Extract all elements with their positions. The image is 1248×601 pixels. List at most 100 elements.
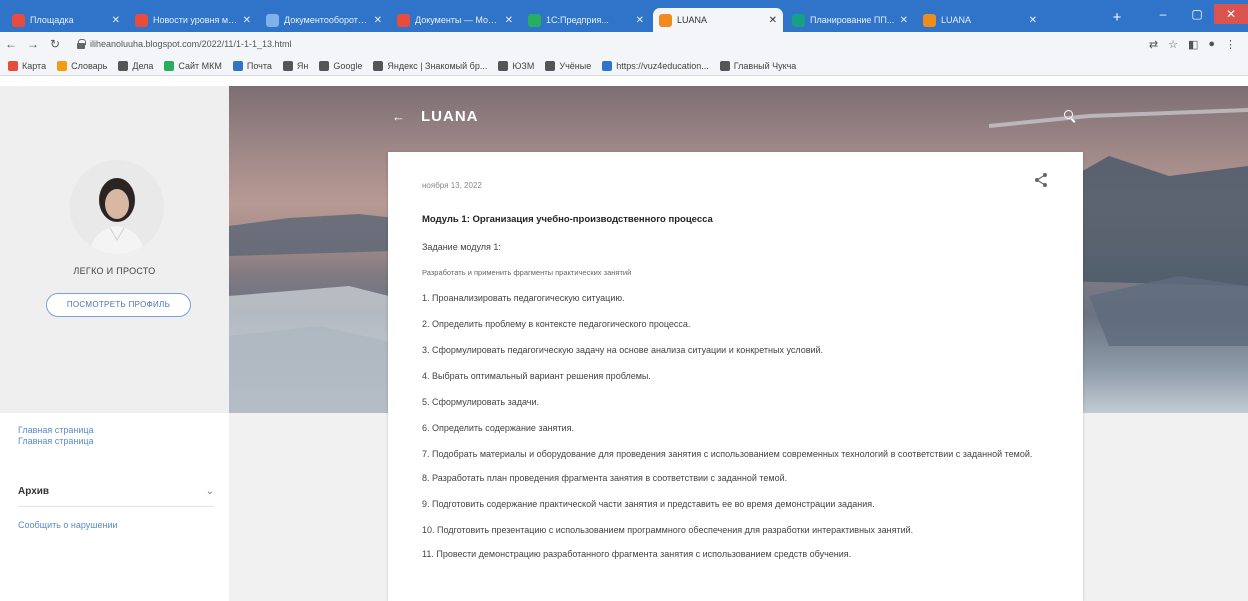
bookmark-favicon-icon: [57, 60, 68, 71]
bookmarks-bar: Карта Словарь Дела Сайт МКМ Почта Ян Google Янд…: [0, 56, 1248, 76]
tab-favicon-icon: [12, 13, 25, 27]
tab-close-icon[interactable]: ✕: [374, 15, 382, 26]
home-link[interactable]: Главная страница: [18, 425, 94, 435]
bookmark-label: Главный Чукча: [733, 60, 797, 71]
tab-favicon-icon: [792, 13, 805, 27]
extensions-icon[interactable]: ◧: [1188, 38, 1198, 51]
bookmark-item[interactable]: Дела: [118, 60, 154, 71]
post-list-item: 1. Проанализировать педагогическую ситуа…: [422, 293, 625, 303]
bookmark-item[interactable]: Ян: [282, 60, 309, 71]
bookmark-favicon-icon: [602, 60, 613, 71]
post-card: ноября 13, 2022 Модуль 1: Организация уч…: [388, 152, 1083, 601]
post-list-item: 7. Подобрать материалы и оборудование дл…: [422, 449, 1033, 459]
blog-header: ← LUANA: [392, 108, 479, 125]
tab-favicon-icon: [528, 13, 541, 27]
archive-label: Архив: [18, 486, 50, 497]
maximize-icon[interactable]: ▢: [1180, 4, 1214, 24]
tab-close-icon[interactable]: ✕: [243, 15, 251, 26]
sidebar-links: Главная страница Главная страница Архив …: [0, 413, 229, 601]
browser-tab[interactable]: 1С:Предприя... ✕: [522, 8, 650, 32]
bookmark-item[interactable]: Почта: [232, 60, 272, 71]
bookmark-item[interactable]: Google: [319, 60, 362, 71]
tab-favicon-icon: [397, 13, 410, 27]
bookmark-item[interactable]: Сайт МКМ: [164, 60, 222, 71]
bookmark-label: ЮЗМ: [512, 60, 535, 71]
back-icon[interactable]: ←: [0, 37, 22, 51]
post-list-item: 2. Определить проблему в контексте педаг…: [422, 319, 691, 329]
reload-icon[interactable]: ↻: [44, 37, 66, 51]
translate-icon[interactable]: ⇄: [1149, 38, 1158, 51]
bookmark-item[interactable]: Карта: [8, 60, 46, 71]
bookmark-label: Ян: [296, 60, 309, 71]
post-list-item: 8. Разработать план проведения фрагмента…: [422, 473, 788, 483]
tab-label: 1С:Предприя...: [546, 15, 609, 25]
post-list-item: 9. Подготовить содержание практической ч…: [422, 499, 875, 509]
back-arrow-icon[interactable]: ←: [392, 109, 405, 124]
tab-favicon-icon: [135, 13, 148, 27]
bookmark-favicon-icon: [118, 60, 129, 71]
bookmark-label: https://vuz4education...: [616, 60, 709, 71]
star-icon[interactable]: ☆: [1168, 38, 1178, 51]
bookmark-item[interactable]: Главный Чукча: [719, 60, 797, 71]
menu-icon[interactable]: ⋮: [1225, 38, 1236, 51]
home-link-2[interactable]: Главная страница: [18, 436, 94, 446]
profile-icon[interactable]: ●: [1208, 38, 1215, 51]
bookmark-favicon-icon: [8, 60, 18, 71]
bookmark-favicon-icon: [498, 60, 509, 71]
tab-close-icon[interactable]: ✕: [505, 15, 513, 26]
new-tab-button[interactable]: +: [1108, 9, 1126, 27]
tab-close-icon[interactable]: ✕: [112, 15, 120, 26]
view-profile-button[interactable]: ПОСМОТРЕТЬ ПРОФИЛЬ: [46, 293, 191, 317]
archive-toggle[interactable]: Архив ⌄: [18, 477, 214, 507]
bookmark-favicon-icon: [282, 60, 293, 71]
browser-tab[interactable]: Площадка ✕: [6, 8, 126, 32]
browser-tab[interactable]: LUANA ✕: [917, 8, 1043, 32]
tab-label: LUANA: [677, 15, 708, 25]
report-abuse-link[interactable]: Сообщить о нарушении: [18, 520, 118, 530]
bookmark-item[interactable]: Учёные: [545, 60, 592, 71]
browser-tab[interactable]: Документы — Мои... ✕: [391, 8, 519, 32]
browser-tab[interactable]: Новости уровня мас... ✕: [129, 8, 257, 32]
browser-tab[interactable]: Документооборот О... ✕: [260, 8, 388, 32]
browser-tab[interactable]: Планирование ПП... ✕: [786, 8, 914, 32]
post-list-item: 6. Определить содержание занятия.: [422, 423, 574, 433]
forward-icon[interactable]: →: [22, 37, 44, 51]
blog-title[interactable]: LUANA: [421, 108, 479, 125]
bookmark-label: Почта: [246, 60, 272, 71]
browser-tab[interactable]: LUANA ✕: [653, 8, 783, 32]
profile-panel: ЛЕГКО И ПРОСТО ПОСМОТРЕТЬ ПРОФИЛЬ: [0, 86, 229, 413]
bookmark-label: Дела: [132, 60, 154, 71]
bookmark-favicon-icon: [545, 60, 556, 71]
tab-label: Документооборот О...: [284, 15, 369, 25]
tab-close-icon[interactable]: ✕: [900, 15, 908, 26]
post-date[interactable]: ноября 13, 2022: [422, 181, 482, 190]
bookmark-item[interactable]: Словарь: [57, 60, 107, 71]
bookmark-item[interactable]: https://vuz4education...: [602, 60, 709, 71]
avatar[interactable]: [70, 160, 164, 254]
post-title: Модуль 1: Организация учебно-производств…: [422, 214, 713, 225]
bookmark-item[interactable]: Яндекс | Знакомый бр...: [373, 60, 487, 71]
tab-label: LUANA: [941, 15, 972, 25]
minimize-icon[interactable]: –: [1146, 4, 1180, 24]
bookmark-favicon-icon: [164, 60, 175, 71]
tab-label: Документы — Мои...: [415, 15, 500, 25]
tab-favicon-icon: [659, 13, 672, 27]
lock-icon[interactable]: [76, 39, 86, 49]
tab-label: Планирование ПП...: [810, 15, 895, 25]
tab-close-icon[interactable]: ✕: [769, 15, 777, 26]
tab-favicon-icon: [266, 13, 279, 27]
post-subtitle: Задание модуля 1:: [422, 242, 501, 252]
bookmark-item[interactable]: ЮЗМ: [498, 60, 535, 71]
url-input[interactable]: iliheanoluuha.blogspot.com/2022/11/1-1-1…: [90, 39, 1149, 49]
sidebar: ЛЕГКО И ПРОСТО ПОСМОТРЕТЬ ПРОФИЛЬ Главна…: [0, 86, 229, 601]
bookmark-favicon-icon: [232, 60, 243, 71]
post-list-item: 11. Провести демонстрацию разработанного…: [422, 549, 852, 559]
share-icon[interactable]: [1034, 172, 1048, 188]
search-icon[interactable]: [1064, 110, 1076, 122]
tab-close-icon[interactable]: ✕: [636, 15, 644, 26]
bookmark-label: Учёные: [559, 60, 592, 71]
close-window-icon[interactable]: ✕: [1214, 4, 1248, 24]
tab-close-icon[interactable]: ✕: [1029, 15, 1037, 26]
post-list-item: 5. Сформулировать задачи.: [422, 397, 540, 407]
post-task-list: 1. Проанализировать педагогическую ситуа…: [422, 292, 1042, 574]
